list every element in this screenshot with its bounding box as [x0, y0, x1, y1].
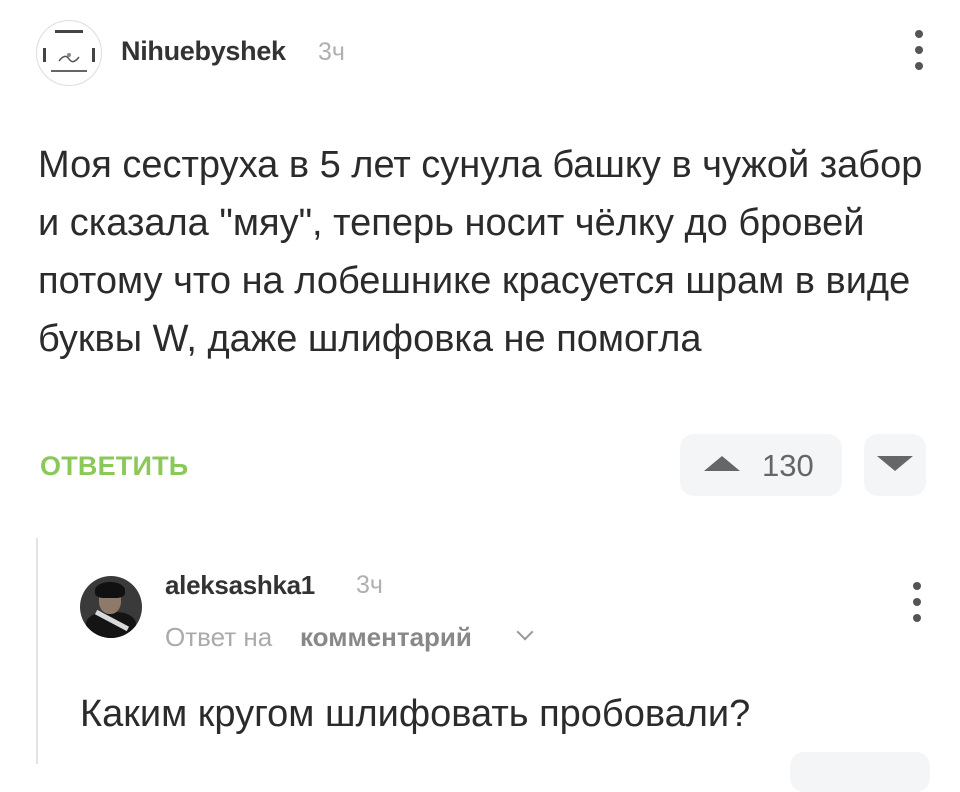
reply-time: 3ч — [356, 571, 383, 599]
reply-username[interactable]: aleksashka1 — [165, 570, 315, 601]
downvote-button[interactable] — [864, 434, 926, 496]
avatar-detail — [92, 48, 95, 62]
chevron-down-icon[interactable] — [516, 623, 534, 641]
avatar-detail — [51, 70, 87, 72]
upvote-button-partial[interactable] — [790, 752, 930, 792]
avatar-sketch — [58, 53, 80, 63]
avatar-detail — [95, 582, 125, 598]
avatar-detail — [86, 612, 136, 638]
reply-button[interactable]: ОТВЕТИТЬ — [40, 451, 188, 482]
upvote-triangle-icon — [704, 456, 740, 471]
comment-time: 3ч — [318, 38, 345, 66]
more-vertical-icon[interactable] — [909, 582, 925, 624]
comment-username[interactable]: Nihuebyshek — [121, 36, 286, 67]
comment-text: Моя сеструха в 5 лет сунула башку в чужо… — [38, 144, 923, 360]
reply-text: Каким кругом шлифовать пробовали? — [80, 693, 751, 735]
reply-to-link[interactable]: комментарий — [300, 622, 472, 653]
thread-line[interactable] — [36, 538, 38, 764]
more-vertical-icon[interactable] — [911, 30, 927, 72]
rating-count: 130 — [762, 448, 814, 483]
avatar-detail — [43, 48, 46, 62]
reply-avatar[interactable] — [80, 576, 142, 638]
avatar-detail — [55, 30, 83, 33]
avatar[interactable] — [36, 20, 102, 86]
upvote-button[interactable]: 130 — [680, 434, 842, 496]
downvote-triangle-icon — [877, 456, 913, 471]
reply-to-prefix: Ответ на — [165, 622, 273, 652]
